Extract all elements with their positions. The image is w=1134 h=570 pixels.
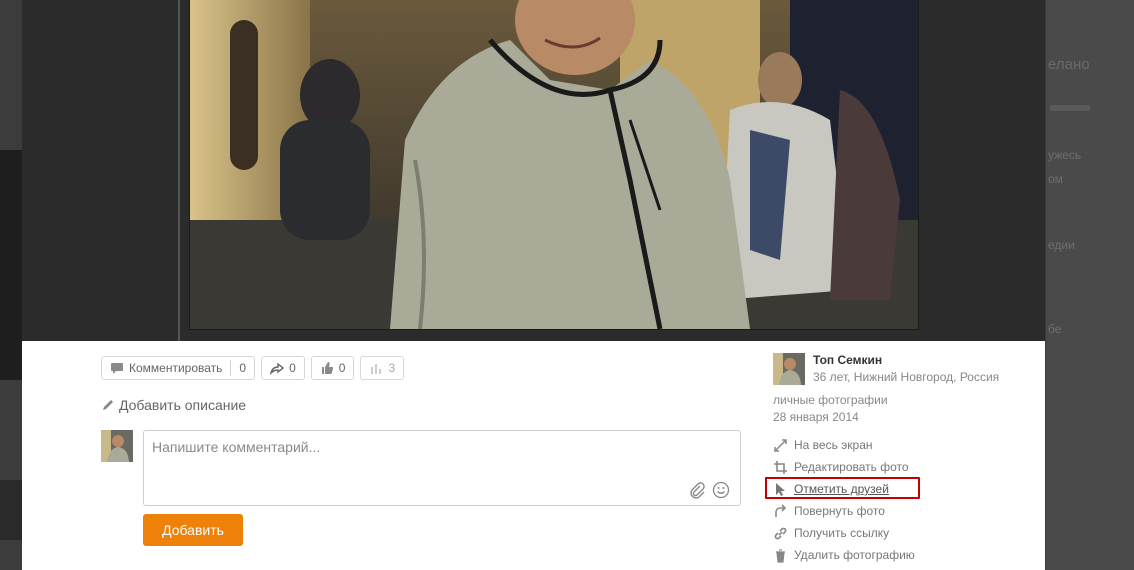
share-icon bbox=[270, 362, 285, 375]
background-snippet: бе bbox=[1048, 322, 1062, 336]
link-icon bbox=[774, 527, 787, 539]
stats-action[interactable]: 3 bbox=[360, 356, 405, 380]
crop-icon bbox=[774, 460, 787, 474]
comment-icon bbox=[111, 363, 123, 374]
thumbs-up-icon bbox=[321, 362, 333, 375]
author-name[interactable]: Топ Семкин bbox=[813, 353, 882, 367]
menu-tag-friends[interactable]: Отметить друзей bbox=[765, 477, 920, 500]
background-snippet: ом bbox=[1048, 172, 1063, 186]
comment-action[interactable]: Комментировать 0 bbox=[101, 356, 256, 380]
comment-count: 0 bbox=[239, 361, 247, 375]
stats-bars-icon bbox=[371, 364, 382, 374]
comment-placeholder: Напишите комментарий... bbox=[152, 439, 321, 455]
menu-delete-photo-label: Удалить фотографию bbox=[794, 548, 915, 562]
stats-count: 3 bbox=[388, 361, 396, 375]
menu-get-link[interactable]: Получить ссылку bbox=[773, 522, 915, 544]
menu-get-link-label: Получить ссылку bbox=[794, 526, 890, 540]
background-left-strip bbox=[0, 0, 22, 570]
attachment-icon[interactable] bbox=[688, 481, 706, 499]
add-description-link[interactable]: Добавить описание bbox=[101, 397, 246, 413]
menu-rotate-photo[interactable]: Повернуть фото bbox=[773, 500, 915, 522]
rotate-icon bbox=[775, 503, 787, 517]
highlight-frame bbox=[765, 477, 920, 499]
menu-rotate-photo-label: Повернуть фото bbox=[794, 504, 885, 518]
menu-fullscreen-label: На весь экран bbox=[794, 438, 873, 452]
author-info: 36 лет, Нижний Новгород, Россия bbox=[813, 370, 1000, 384]
trash-icon bbox=[776, 548, 785, 563]
photo-info-panel: Комментировать 0 0 0 3 Добавить описание… bbox=[22, 341, 1045, 570]
expand-icon bbox=[774, 438, 787, 452]
photo-frame-line bbox=[178, 0, 180, 341]
add-description-label: Добавить описание bbox=[119, 397, 247, 413]
menu-edit-photo[interactable]: Редактировать фото bbox=[773, 456, 915, 478]
background-snippet: едии bbox=[1048, 238, 1075, 252]
add-comment-button[interactable]: Добавить bbox=[143, 514, 243, 546]
share-count: 0 bbox=[289, 361, 296, 375]
album-link[interactable]: личные фотографии bbox=[773, 393, 888, 407]
pencil-icon bbox=[103, 400, 113, 410]
author-avatar[interactable] bbox=[773, 353, 805, 385]
background-snippet: ужесь bbox=[1048, 148, 1082, 162]
background-title: елано bbox=[1048, 56, 1090, 73]
menu-edit-photo-label: Редактировать фото bbox=[794, 460, 909, 474]
comment-action-label: Комментировать bbox=[129, 361, 223, 375]
photo-viewer bbox=[22, 0, 1045, 341]
photo-actions-bar: Комментировать 0 0 0 3 bbox=[101, 356, 405, 382]
comment-input[interactable]: Напишите комментарий... bbox=[143, 430, 741, 506]
photo-image[interactable] bbox=[190, 0, 918, 329]
share-action[interactable]: 0 bbox=[261, 356, 305, 380]
smiley-icon[interactable] bbox=[712, 481, 730, 499]
current-user-avatar bbox=[101, 430, 133, 462]
like-count: 0 bbox=[338, 361, 346, 375]
menu-delete-photo[interactable]: Удалить фотографию bbox=[773, 544, 915, 566]
photo-menu: На весь экран Редактировать фото Отметит… bbox=[765, 434, 920, 566]
photo-date: 28 января 2014 bbox=[773, 410, 859, 424]
like-action[interactable]: 0 bbox=[310, 356, 355, 380]
background-right-column: елано ужесь ом едии бе bbox=[1046, 0, 1134, 570]
menu-fullscreen[interactable]: На весь экран bbox=[773, 434, 915, 456]
